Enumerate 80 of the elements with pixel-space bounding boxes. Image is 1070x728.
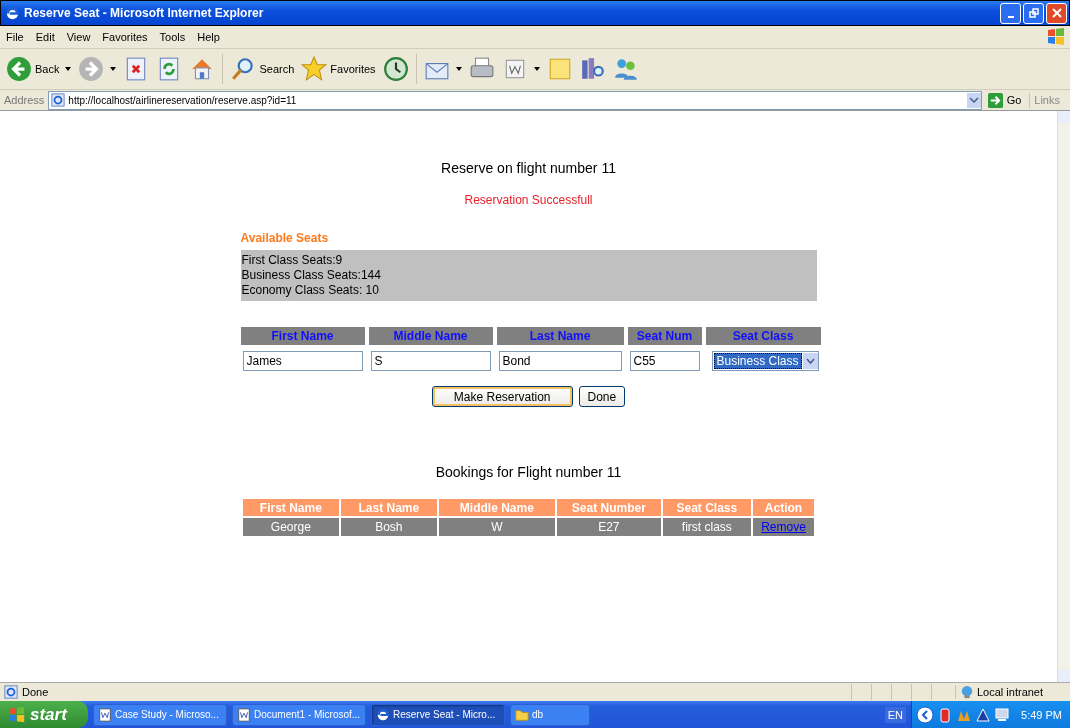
windows-logo-icon	[8, 705, 26, 724]
form-button[interactable]: Done	[578, 386, 626, 407]
column-header: Last Name	[496, 327, 624, 345]
column-header: First Name	[242, 499, 339, 516]
restore-button[interactable]	[1023, 2, 1044, 24]
zone-text: Local intranet	[977, 686, 1044, 698]
page-heading: Reserve on flight number 11	[441, 160, 616, 176]
document-icon	[98, 707, 112, 722]
taskbar-button[interactable]: db	[510, 703, 590, 726]
network-icon	[960, 685, 974, 699]
close-icon	[1051, 8, 1062, 18]
column-header: Seat Number	[556, 499, 661, 516]
input-field[interactable]: C55	[629, 351, 700, 371]
section-title: Available Seats	[240, 231, 330, 245]
menu-item[interactable]: Help	[197, 31, 220, 43]
column-header: Seat Class	[662, 499, 751, 516]
menu-item[interactable]: Edit	[35, 31, 55, 43]
column-header: Action	[752, 499, 815, 516]
table-cell: first class	[662, 518, 751, 536]
menu-item[interactable]: View	[66, 31, 91, 43]
success-message: Reservation Successfull	[464, 193, 593, 207]
folder-icon	[515, 707, 529, 722]
page-icon	[51, 93, 66, 107]
seat-count-text: Economy Class Seats: 10	[241, 283, 380, 298]
document-icon	[237, 707, 251, 722]
monitor-icon[interactable]	[994, 706, 1011, 723]
dropdown-arrow-icon[interactable]	[533, 67, 540, 71]
menu-item[interactable]: File	[6, 31, 24, 43]
column-header: Seat Num	[627, 327, 702, 345]
seat-class-dropdown[interactable]: Business Class	[711, 351, 819, 371]
go-button[interactable]: Go	[985, 92, 1031, 108]
table-cell: George	[242, 518, 339, 536]
clock-icon	[382, 56, 409, 82]
close-button[interactable]	[1046, 2, 1067, 24]
scrollbar[interactable]	[1057, 111, 1070, 682]
menu-item[interactable]: Favorites	[102, 31, 148, 43]
column-header: Middle Name	[368, 327, 493, 345]
input-field[interactable]: Bond	[498, 351, 622, 371]
search-button[interactable]: Search	[228, 56, 297, 82]
seat-count-text: First Class Seats:9	[241, 253, 344, 268]
taskbar-button[interactable]: Case Study - Microso...	[93, 703, 227, 726]
clock: 5:49 PM	[1021, 708, 1062, 721]
form-button[interactable]: Make Reservation	[431, 386, 573, 407]
page-icon	[4, 685, 18, 699]
dropdown-arrow-icon[interactable]	[110, 67, 117, 71]
column-header: Seat Class	[705, 327, 821, 345]
network-icon[interactable]	[975, 706, 992, 723]
dropdown-arrow-icon[interactable]	[455, 67, 462, 71]
table-cell: Bosh	[340, 518, 437, 536]
people-icon	[612, 56, 639, 82]
windows-logo-icon	[1046, 27, 1066, 47]
column-header: First Name	[240, 327, 365, 345]
arrow-right-icon	[987, 92, 1003, 108]
minimize-icon	[1007, 16, 1014, 18]
table-cell: E27	[556, 518, 661, 536]
star-icon	[301, 56, 328, 82]
restore-icon	[1028, 8, 1039, 18]
seat-count-text: Business Class Seats:144	[241, 268, 382, 283]
address-field[interactable]: http://localhost/airlinereservation/reserve.asp?id=11	[48, 90, 982, 110]
input-field[interactable]: James	[242, 351, 363, 371]
favorites-button[interactable]: Favorites	[299, 56, 378, 82]
bookings-heading: Bookings for Flight number 11	[435, 464, 622, 480]
menu-item[interactable]: Tools	[159, 31, 186, 43]
taskbar-button[interactable]: Document1 - Microsof...	[232, 703, 366, 726]
window-title: Reserve Seat - Microsoft Internet Explorer	[24, 6, 265, 20]
back-button[interactable]: Back	[4, 56, 74, 82]
minimize-button[interactable]	[1000, 2, 1021, 24]
browser-icon	[376, 707, 390, 722]
address-label: Address	[4, 94, 45, 106]
column-header: Last Name	[340, 499, 437, 516]
browser-icon	[5, 5, 20, 21]
table-cell: W	[438, 518, 555, 536]
status-text: Done	[22, 686, 50, 698]
books-icon	[579, 56, 606, 82]
chevron-left-icon[interactable]	[916, 705, 935, 724]
dropdown-arrow-icon[interactable]	[65, 67, 72, 71]
input-field[interactable]: S	[370, 351, 491, 371]
language-indicator[interactable]: EN	[884, 706, 907, 723]
taskbar-button[interactable]: Reserve Seat - Micro...	[371, 703, 505, 726]
column-header: Middle Name	[438, 499, 555, 516]
